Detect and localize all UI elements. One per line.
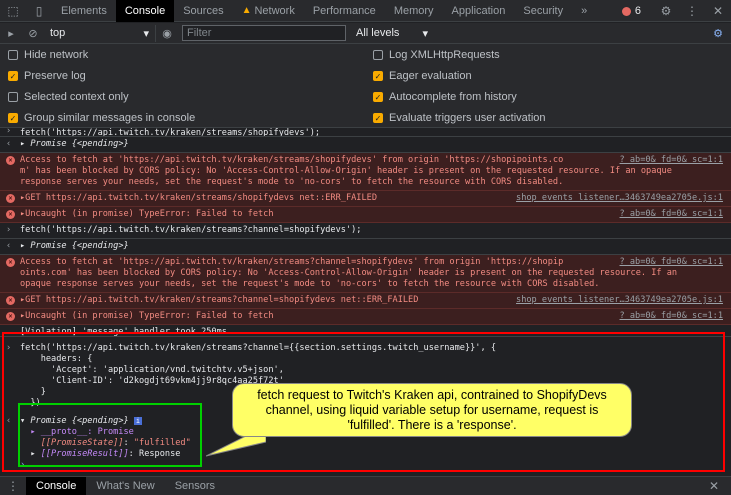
- toolbar-right: 6 ⚙ ⋮ ✕: [621, 0, 731, 22]
- error-count-badge[interactable]: 6: [621, 5, 641, 17]
- log-text: fetch('https://api.twitch.tv/kraken/stre…: [20, 225, 362, 235]
- devtools-tabbar: ⬚ ▯ Elements Console Sources ▲ Network Pe…: [0, 0, 731, 22]
- log-text: m' has been blocked by CORS policy: No '…: [20, 166, 672, 176]
- drawer-tab-sensors[interactable]: Sensors: [165, 477, 225, 495]
- bottom-drawer: ⋮ Console What's New Sensors ✕: [0, 476, 731, 495]
- checkbox[interactable]: [8, 50, 18, 60]
- source-link[interactable]: ?_ab=0&_fd=0&_sc=1:1: [620, 311, 723, 322]
- log-text[interactable]: ▸GET https://api.twitch.tv/kraken/stream…: [20, 193, 377, 203]
- log-text: Access to fetch at 'https://api.twitch.t…: [20, 257, 564, 267]
- console-input-echo: › fetch('https://api.twitch.tv/kraken/str…: [0, 223, 731, 239]
- setting-label: Autocomplete from history: [389, 91, 517, 103]
- console-error-get: ✕ ▸GET https://api.twitch.tv/kraken/strea…: [0, 293, 731, 309]
- console-error-cors: ✕ Access to fetch at 'https://api.twitch.…: [0, 255, 731, 293]
- setting-eager-eval[interactable]: ✓ Eager evaluation: [373, 70, 472, 82]
- checkbox[interactable]: [373, 50, 383, 60]
- close-icon[interactable]: ✕: [705, 0, 731, 22]
- console-result[interactable]: ‹ ▸ Promise {<pending>}: [0, 137, 731, 153]
- context-select[interactable]: top ▾: [44, 24, 156, 42]
- drawer-tab-whats-new[interactable]: What's New: [86, 477, 164, 495]
- log-text[interactable]: ▸Uncaught (in promise) TypeError: Failed…: [20, 311, 274, 321]
- levels-value: All levels: [356, 26, 400, 39]
- inspect-element-icon[interactable]: ⬚: [0, 0, 26, 22]
- log-text: oints.com' has been blocked by CORS poli…: [20, 268, 678, 278]
- tab-network-label: Network: [254, 4, 295, 17]
- chevron-down-icon: ▾: [143, 27, 149, 40]
- log-text: ▸ Promise: [20, 241, 72, 251]
- promise-state: {<pending>}: [71, 241, 129, 251]
- close-drawer-icon[interactable]: ✕: [701, 475, 727, 495]
- kebab-menu-icon[interactable]: ⋮: [679, 0, 705, 22]
- checkbox[interactable]: [8, 92, 18, 102]
- setting-label: Preserve log: [24, 70, 86, 82]
- console-error-uncaught: ✕ ▸Uncaught (in promise) TypeError: Faile…: [0, 207, 731, 223]
- checkbox-checked[interactable]: ✓: [373, 71, 383, 81]
- console-settings-panel: Hide network ✓ Preserve log Selected cont…: [0, 44, 731, 128]
- console-result[interactable]: ‹ ▸ Promise {<pending>}: [0, 239, 731, 255]
- more-tabs-button[interactable]: »: [572, 0, 596, 22]
- source-link[interactable]: ?_ab=0&_fd=0&_sc=1:1: [620, 155, 723, 166]
- drawer-tab-console[interactable]: Console: [26, 476, 87, 495]
- console-error-get: ✕ ▸GET https://api.twitch.tv/kraken/strea…: [0, 191, 731, 207]
- log-text: ▸ Promise: [20, 139, 72, 149]
- device-toolbar-icon[interactable]: ▯: [26, 0, 52, 22]
- setting-autocomplete[interactable]: ✓ Autocomplete from history: [373, 91, 517, 103]
- log-text[interactable]: ▸GET https://api.twitch.tv/kraken/stream…: [20, 295, 418, 305]
- clear-console-icon[interactable]: ⊘: [22, 23, 44, 44]
- log-text: response serves your needs, set the requ…: [20, 177, 564, 187]
- context-value: top: [50, 27, 66, 39]
- tab-application[interactable]: Application: [443, 0, 515, 22]
- tab-security[interactable]: Security: [514, 0, 572, 22]
- tab-sources[interactable]: Sources: [174, 0, 232, 22]
- source-link[interactable]: ?_ab=0&_fd=0&_sc=1:1: [620, 257, 723, 268]
- setting-hide-network[interactable]: Hide network: [8, 49, 88, 61]
- levels-select[interactable]: All levels ▾: [352, 27, 432, 40]
- setting-label: Hide network: [24, 49, 89, 61]
- log-text: Access to fetch at 'https://api.twitch.t…: [20, 155, 564, 165]
- chevron-down-icon: ▾: [422, 27, 428, 40]
- tab-console[interactable]: Console: [115, 0, 175, 22]
- setting-label: Eager evaluation: [389, 70, 472, 82]
- error-icon: [621, 6, 631, 16]
- setting-selected-context[interactable]: Selected context only: [8, 91, 129, 103]
- checkbox-checked[interactable]: ✓: [8, 113, 18, 123]
- setting-preserve-log[interactable]: ✓ Preserve log: [8, 70, 86, 82]
- source-link[interactable]: shop_events_listener…3463749ea2705e.js:1: [516, 295, 723, 306]
- setting-eval-triggers[interactable]: ✓ Evaluate triggers user activation: [373, 112, 546, 124]
- log-text: opaque response serves your needs, set t…: [20, 279, 600, 289]
- checkbox-checked[interactable]: ✓: [8, 71, 18, 81]
- checkbox-checked[interactable]: ✓: [373, 92, 383, 102]
- tab-network[interactable]: ▲ Network: [233, 0, 304, 22]
- annotation-callout: fetch request to Twitch's Kraken api, co…: [232, 383, 632, 437]
- console-error-uncaught: ✕ ▸Uncaught (in promise) TypeError: Faile…: [0, 309, 731, 325]
- tab-performance[interactable]: Performance: [304, 0, 385, 22]
- console-error-cors: ✕ Access to fetch at 'https://api.twitch.…: [0, 153, 731, 191]
- console-input-echo: › fetch('https://api.twitch.tv/kraken/str…: [0, 128, 731, 137]
- console-filterbar: ▸ ⊘ top ▾ ◉ Filter All levels ▾ ⚙: [0, 23, 731, 44]
- error-count: 6: [634, 5, 641, 17]
- promise-state: {<pending>}: [71, 139, 129, 149]
- tab-elements[interactable]: Elements: [52, 0, 116, 22]
- checkbox-checked[interactable]: ✓: [373, 113, 383, 123]
- log-text: fetch('https://api.twitch.tv/kraken/stre…: [20, 128, 321, 137]
- setting-group-similar[interactable]: ✓ Group similar messages in console: [8, 112, 195, 124]
- source-link[interactable]: ?_ab=0&_fd=0&_sc=1:1: [620, 209, 723, 220]
- setting-label: Log XMLHttpRequests: [389, 49, 500, 61]
- filter-input[interactable]: Filter: [182, 25, 346, 41]
- setting-label: Selected context only: [24, 91, 129, 103]
- tab-memory[interactable]: Memory: [385, 0, 443, 22]
- highlight-box-green: [18, 403, 202, 467]
- source-link[interactable]: shop_events_listener…3463749ea2705e.js:1: [516, 193, 723, 204]
- setting-label: Evaluate triggers user activation: [389, 112, 546, 124]
- log-text[interactable]: ▸Uncaught (in promise) TypeError: Failed…: [20, 209, 274, 219]
- warning-icon: ▲: [241, 5, 252, 16]
- gear-icon[interactable]: ⚙: [653, 0, 679, 22]
- setting-log-xhr[interactable]: Log XMLHttpRequests: [373, 49, 500, 61]
- eye-icon[interactable]: ◉: [156, 23, 178, 44]
- sidebar-toggle-icon[interactable]: ▸: [0, 23, 22, 44]
- drawer-menu-icon[interactable]: ⋮: [0, 475, 26, 495]
- console-settings-gear-icon[interactable]: ⚙: [707, 23, 729, 44]
- setting-label: Group similar messages in console: [24, 112, 196, 124]
